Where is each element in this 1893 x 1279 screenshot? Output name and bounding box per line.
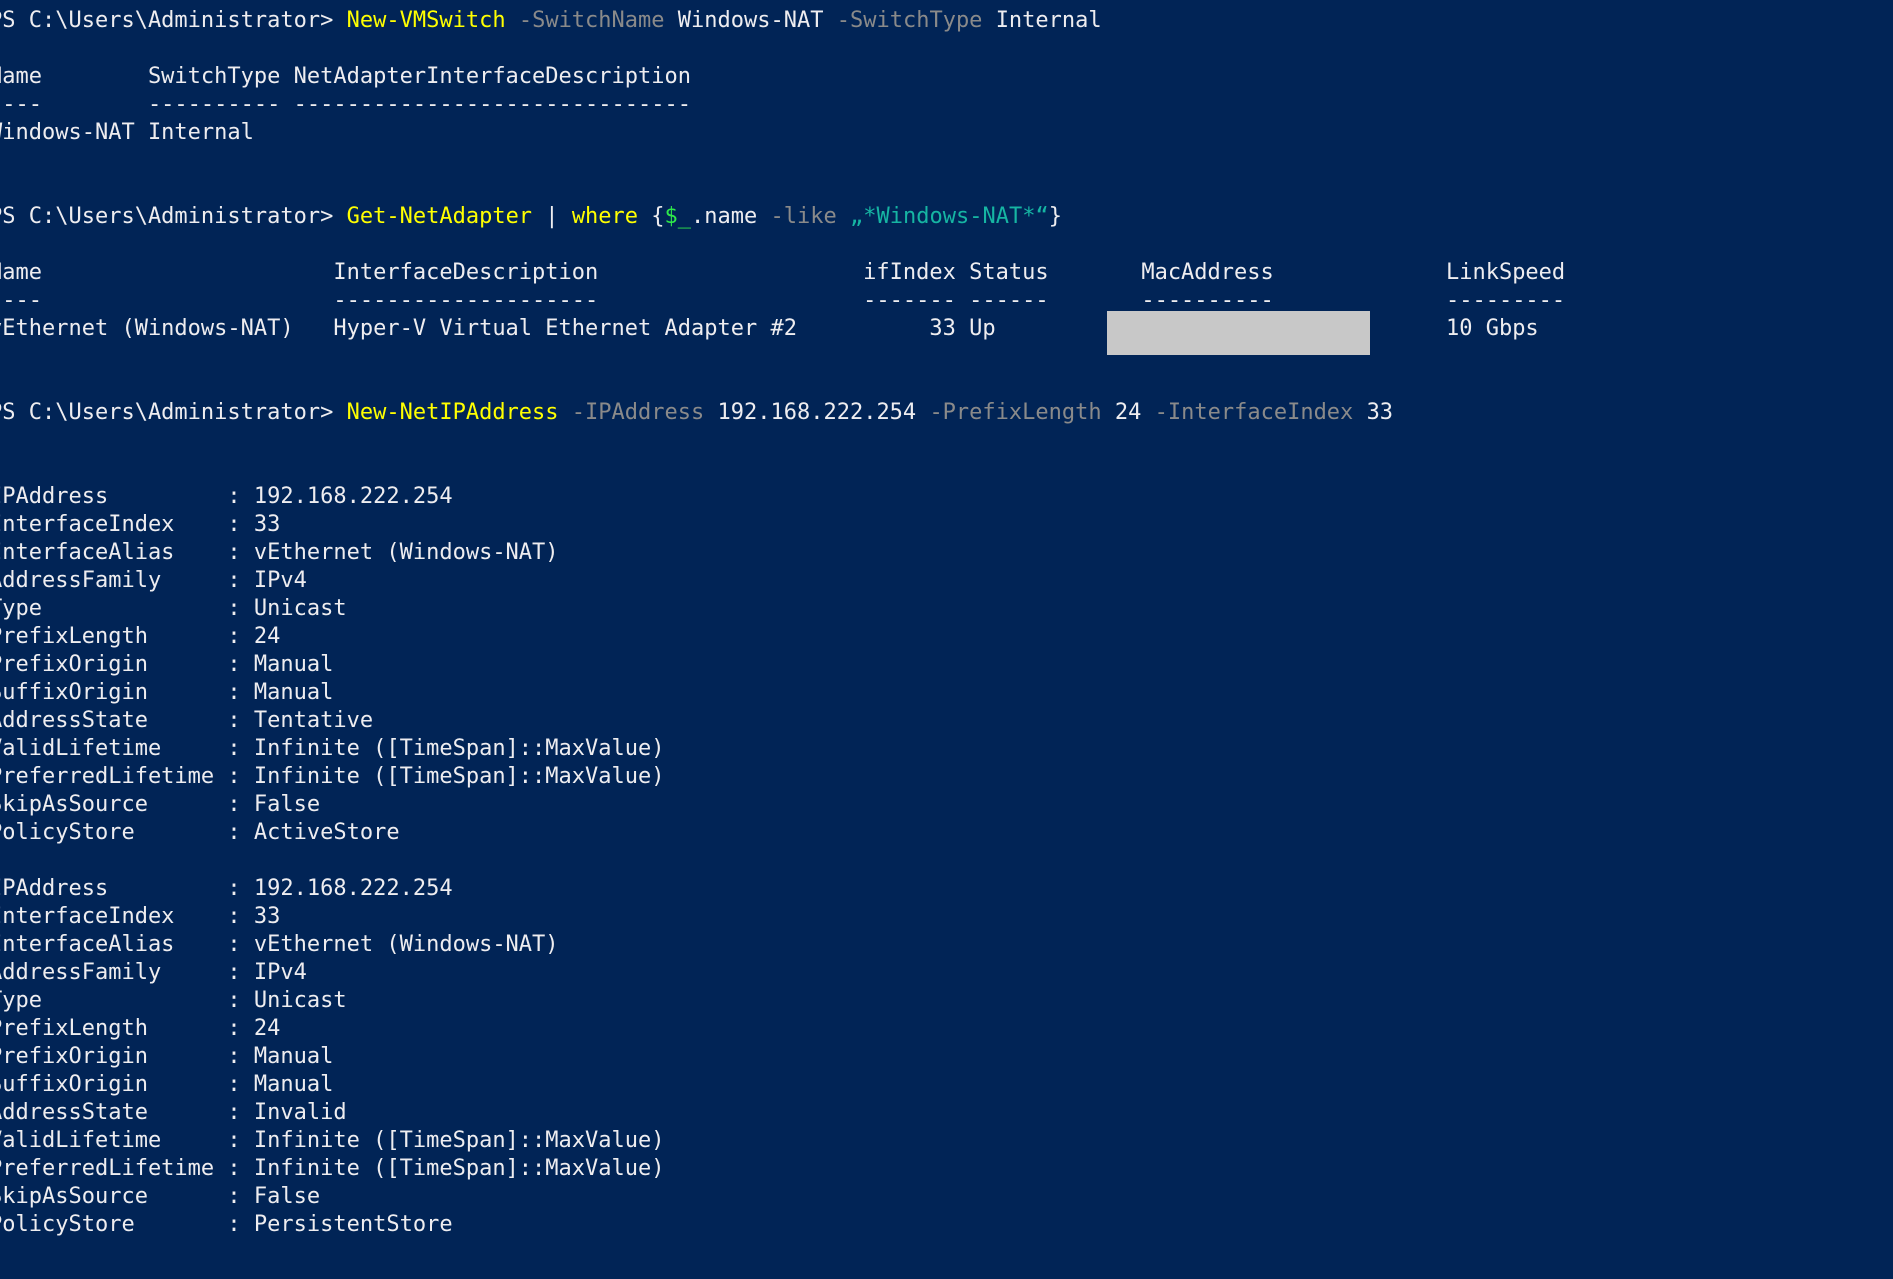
property-line: IPAddress : 192.168.222.254 [0,876,453,901]
script-block-open: { [638,204,665,229]
table-header: Name SwitchType NetAdapterInterfaceDescr… [0,64,691,89]
string-literal: „*Windows-NAT*“ [850,204,1049,229]
property-line: PrefixOrigin : Manual [0,652,334,677]
where-cmdlet: where [571,204,639,229]
prompt: PS C:\Users\Administrator> [0,204,347,229]
prompt: PS C:\Users\Administrator> [0,8,347,33]
table-separator: ---- ---------- ------------------------… [0,92,691,117]
cmdlet-name: Get-NetAdapter [346,204,533,229]
property-line: Type : Unicast [0,988,347,1013]
property-line: InterfaceIndex : 33 [0,904,281,929]
property-line: InterfaceIndex : 33 [0,512,281,537]
parameter-name: -SwitchType [836,8,983,33]
property-line: SuffixOrigin : Manual [0,680,334,705]
redacted-mac-address [1107,311,1370,355]
property-access: .name [691,204,771,229]
parameter-value: Windows-NAT [677,8,824,33]
property-line: ValidLifetime : Infinite ([TimeSpan]::Ma… [0,1128,665,1153]
parameter-value: 24 [1114,400,1142,425]
prompt: PS C:\Users\Administrator> [0,400,347,425]
command-line-new-vmswitch: PS C:\Users\Administrator> New-VMSwitch … [0,7,1102,35]
property-line: PreferredLifetime : Infinite ([TimeSpan]… [0,1156,665,1181]
property-line: ValidLifetime : Infinite ([TimeSpan]::Ma… [0,736,665,761]
property-line: PrefixLength : 24 [0,624,281,649]
command-line-get-netadapter: PS C:\Users\Administrator> Get-NetAdapte… [0,203,1062,231]
parameter-name: -InterfaceIndex [1154,400,1354,425]
property-line: PreferredLifetime : Infinite ([TimeSpan]… [0,764,665,789]
property-line: AddressFamily : IPv4 [0,960,307,985]
table-row: Windows-NAT Internal [0,120,254,145]
property-line: SkipAsSource : False [0,792,321,817]
property-line: IPAddress : 192.168.222.254 [0,484,453,509]
like-operator: -like [770,204,837,229]
property-line: AddressState : Tentative [0,708,374,733]
property-line: PolicyStore : PersistentStore [0,1212,453,1237]
table-header: Name InterfaceDescription ifIndex Status… [0,260,1566,285]
parameter-name: -IPAddress [571,400,705,425]
parameter-name: -PrefixLength [929,400,1102,425]
property-line: SkipAsSource : False [0,1184,321,1209]
property-line: PrefixOrigin : Manual [0,1044,334,1069]
property-line: InterfaceAlias : vEthernet (Windows-NAT) [0,932,559,957]
property-line: InterfaceAlias : vEthernet (Windows-NAT) [0,540,559,565]
cmdlet-name: New-VMSwitch [346,8,506,33]
cmdlet-name: New-NetIPAddress [346,400,559,425]
pipeline-variable: $_ [664,204,692,229]
property-line: PrefixLength : 24 [0,1016,281,1041]
property-line: Type : Unicast [0,596,347,621]
parameter-name: -SwitchName [518,8,665,33]
property-line: AddressFamily : IPv4 [0,568,307,593]
script-block-close: } [1048,204,1062,229]
property-line: AddressState : Invalid [0,1100,347,1125]
property-line: PolicyStore : ActiveStore [0,820,400,845]
parameter-value: Internal [995,8,1102,33]
parameter-value: 33 [1366,400,1394,425]
powershell-console[interactable]: PS C:\Users\Administrator> New-VMSwitch … [0,0,1893,1279]
command-line-new-netipaddress: PS C:\Users\Administrator> New-NetIPAddr… [0,399,1393,427]
pipe-operator: | [532,204,572,229]
property-line: SuffixOrigin : Manual [0,1072,334,1097]
parameter-value: 192.168.222.254 [717,400,917,425]
